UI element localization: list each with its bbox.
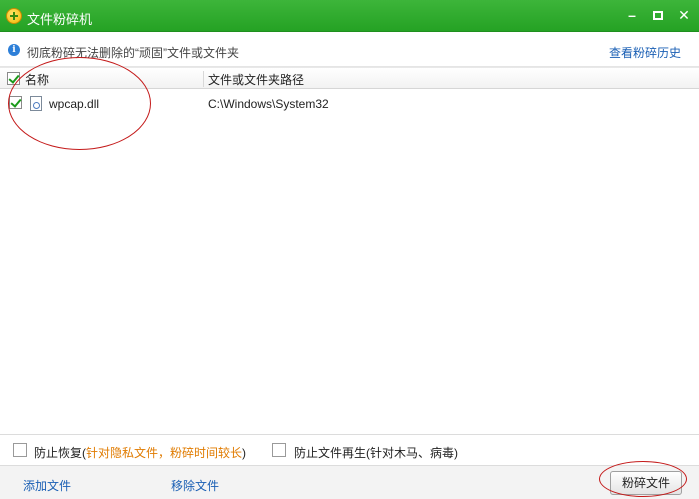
remove-file-link[interactable]: 移除文件 (171, 477, 219, 494)
window-title: 文件粉碎机 (27, 12, 93, 27)
prevent-regeneration-checkbox[interactable] (272, 443, 286, 457)
add-file-link[interactable]: 添加文件 (23, 477, 71, 494)
prevent-recovery-text: 防止恢复 (34, 446, 83, 460)
file-list[interactable]: wpcap.dll C:\Windows\System32 (0, 89, 699, 434)
view-shred-history-link[interactable]: 查看粉碎历史 (609, 44, 681, 61)
info-icon: i (8, 44, 20, 56)
file-path: C:\Windows\System32 (208, 97, 329, 111)
prevent-regeneration-note: (针对木马、病毒) (366, 446, 459, 460)
options-bar: 防止恢复(针对隐私文件，粉碎时间较长) 防止文件再生(针对木马、病毒) (0, 434, 699, 465)
column-header-path[interactable]: 文件或文件夹路径 (208, 71, 304, 88)
minimize-button[interactable]: – (624, 7, 640, 23)
info-text: 彻底粉碎无法删除的“顽固”文件或文件夹 (27, 46, 239, 60)
row-checkbox[interactable] (9, 96, 22, 109)
prevent-regeneration-text: 防止文件再生 (294, 446, 367, 460)
select-all-checkbox[interactable] (7, 72, 20, 85)
prevent-recovery-note: 针对隐私文件，粉碎时间较长 (86, 446, 243, 460)
prevent-regeneration-label[interactable]: 防止文件再生(针对木马、病毒) (294, 444, 458, 461)
column-divider[interactable] (203, 71, 204, 87)
file-name: wpcap.dll (49, 97, 100, 111)
maximize-icon (653, 11, 663, 20)
title-bar: 文件粉碎机 – ✕ (0, 0, 699, 32)
column-header-name[interactable]: 名称 (25, 71, 49, 88)
info-bar: i 彻底粉碎无法删除的“顽固”文件或文件夹 查看粉碎历史 (0, 33, 699, 67)
dll-file-icon (30, 96, 42, 111)
prevent-recovery-note-close: ) (242, 446, 247, 460)
shred-files-button[interactable]: 粉碎文件 (610, 471, 682, 495)
file-list-header: 名称 文件或文件夹路径 (0, 67, 699, 89)
footer-bar: 添加文件 移除文件 粉碎文件 (0, 465, 699, 499)
app-logo-icon (6, 8, 22, 24)
prevent-recovery-label[interactable]: 防止恢复(针对隐私文件，粉碎时间较长) (34, 444, 246, 461)
maximize-button[interactable] (650, 7, 666, 23)
file-row[interactable]: wpcap.dll C:\Windows\System32 (0, 92, 699, 114)
close-button[interactable]: ✕ (676, 7, 692, 23)
prevent-recovery-checkbox[interactable] (13, 443, 27, 457)
